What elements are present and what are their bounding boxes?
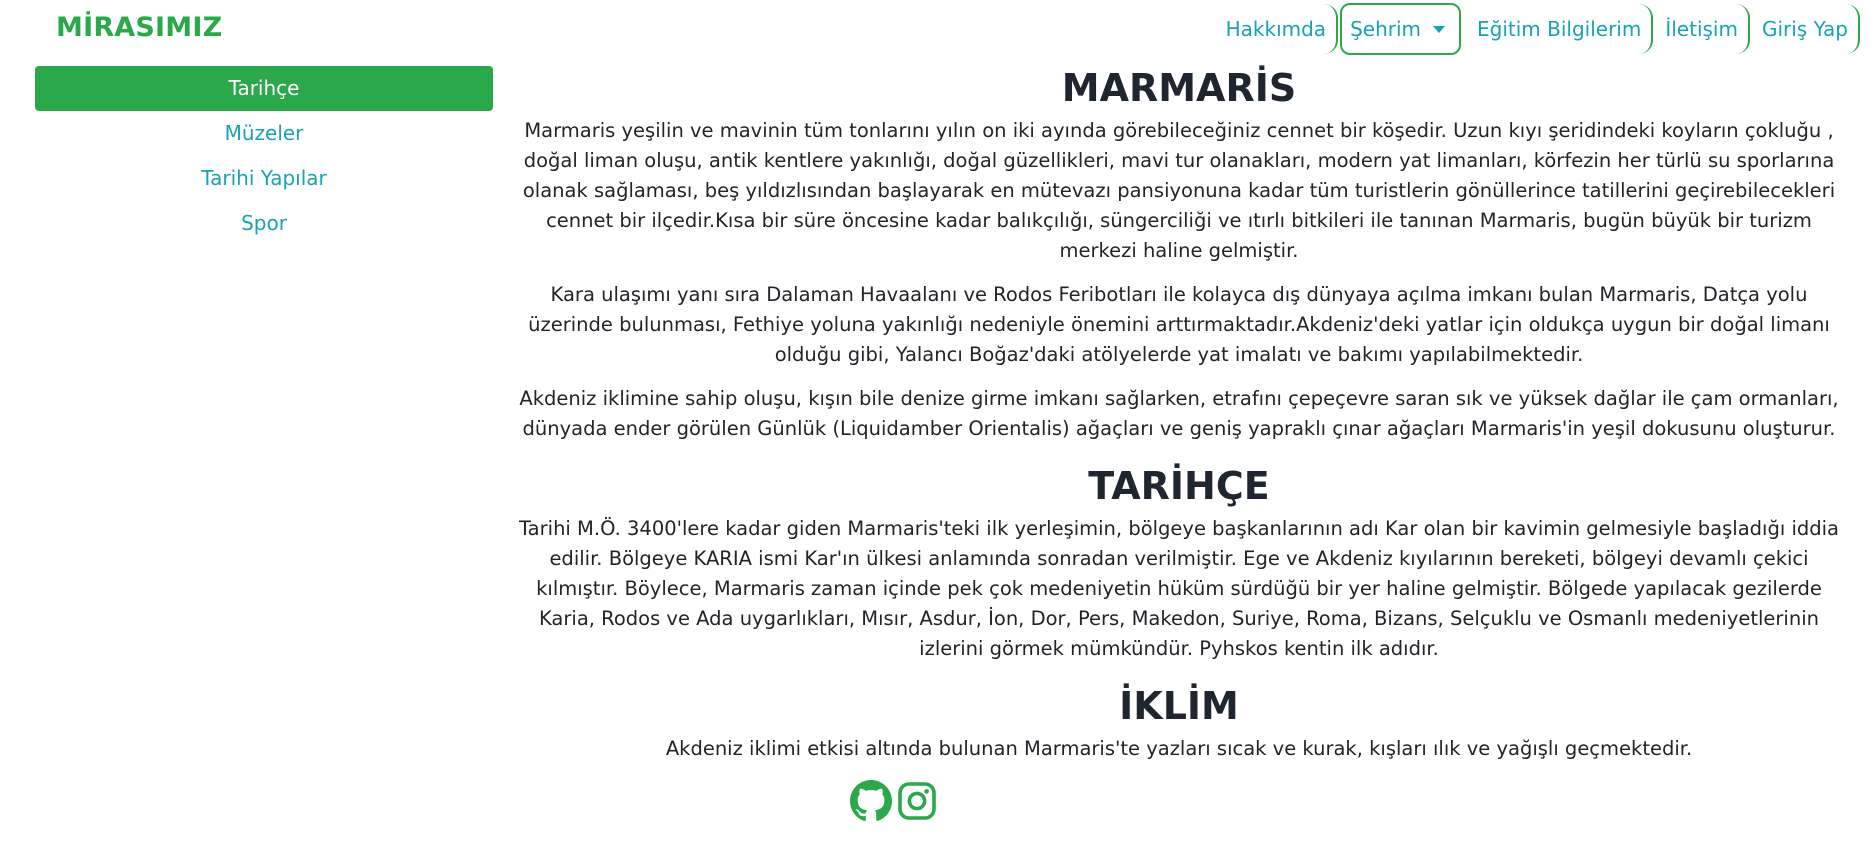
nav-link-iletisim[interactable]: İletişim xyxy=(1655,4,1750,54)
section-paragraph: Akdeniz iklimi etkisi altında bulunan Ma… xyxy=(665,737,1693,760)
nav-dropdown-sehrim[interactable]: Şehrim xyxy=(1340,3,1461,55)
section-title: MARMARİS xyxy=(1061,66,1297,110)
section-paragraph: Marmaris yeşilin ve mavinin tüm tonların… xyxy=(522,119,1836,262)
main-content: MARMARİS Marmaris yeşilin ve mavinin tüm… xyxy=(518,60,1840,778)
nav-dropdown-label: Şehrim xyxy=(1350,17,1421,41)
section-paragraph: Kara ulaşımı yanı sıra Dalaman Havaalanı… xyxy=(528,283,1830,366)
sidebar-item-spor[interactable]: Spor xyxy=(35,201,493,246)
navbar: MİRASIMIZ Hakkımda Şehrim Eğitim Bilgile… xyxy=(0,0,1876,60)
section-title: TARİHÇE xyxy=(1088,464,1270,508)
nav-link-hakkimda[interactable]: Hakkımda xyxy=(1216,4,1339,54)
section-title: İKLİM xyxy=(1119,684,1239,728)
nav-links: Hakkımda Şehrim Eğitim Bilgilerim İletiş… xyxy=(1216,2,1862,56)
sidebar: Tarihçe Müzeler Tarihi Yapılar Spor xyxy=(35,66,493,246)
section-paragraph: Tarihi M.Ö. 3400'lere kadar giden Marmar… xyxy=(519,517,1839,660)
social-links xyxy=(850,780,938,822)
section-marmaris: MARMARİS Marmaris yeşilin ve mavinin tüm… xyxy=(518,60,1840,444)
brand-logo[interactable]: MİRASIMIZ xyxy=(56,12,222,43)
section-iklim: İKLİM Akdeniz iklimi etkisi altında bulu… xyxy=(518,678,1840,764)
caret-down-icon xyxy=(1433,25,1445,33)
nav-link-giris[interactable]: Giriş Yap xyxy=(1752,4,1860,54)
section-tarihce: TARİHÇE Tarihi M.Ö. 3400'lere kadar gide… xyxy=(518,458,1840,664)
github-icon[interactable] xyxy=(850,780,892,822)
section-paragraph: Akdeniz iklimine sahip oluşu, kışın bile… xyxy=(519,387,1839,440)
nav-link-egitim[interactable]: Eğitim Bilgilerim xyxy=(1467,4,1654,54)
sidebar-item-tarihce[interactable]: Tarihçe xyxy=(35,66,493,111)
sidebar-item-tarihi-yapilar[interactable]: Tarihi Yapılar xyxy=(35,156,493,201)
sidebar-item-muzeler[interactable]: Müzeler xyxy=(35,111,493,156)
instagram-icon[interactable] xyxy=(896,780,938,822)
